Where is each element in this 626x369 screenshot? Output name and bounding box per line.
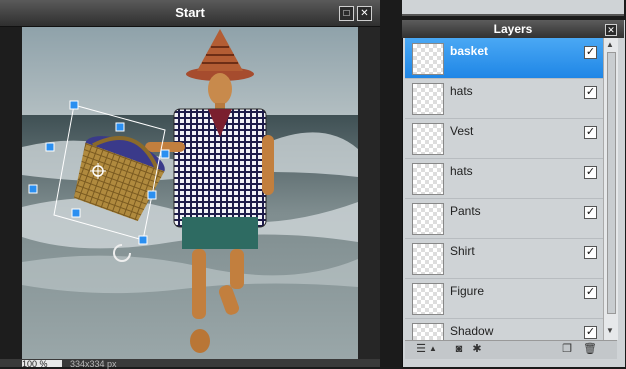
- layer-row[interactable]: hats ✓: [405, 78, 603, 119]
- layer-row[interactable]: hats ✓: [405, 158, 603, 199]
- zoom-unit: %: [39, 359, 48, 369]
- layer-visibility-checkbox[interactable]: ✓: [584, 166, 597, 179]
- close-icon[interactable]: ✕: [357, 6, 372, 21]
- layer-name[interactable]: hats: [450, 164, 473, 178]
- zoom-field[interactable]: 100 %: [22, 359, 62, 369]
- scroll-down-icon[interactable]: ▼: [606, 326, 614, 335]
- new-layer-icon[interactable]: ❐: [561, 343, 573, 355]
- layer-row[interactable]: Shirt ✓: [405, 238, 603, 279]
- layer-name[interactable]: basket: [450, 44, 488, 58]
- canvas-image: [22, 27, 358, 359]
- image-dimensions: 334x334 px: [70, 359, 117, 369]
- layer-visibility-checkbox[interactable]: ✓: [584, 206, 597, 219]
- layer-name[interactable]: Figure: [450, 284, 484, 298]
- layer-thumbnail[interactable]: [412, 283, 444, 315]
- layer-row[interactable]: Pants ✓: [405, 198, 603, 239]
- canvas-margin: [358, 27, 380, 359]
- layer-thumbnail[interactable]: [412, 123, 444, 155]
- start-window-title: Start: [175, 5, 205, 20]
- layer-settings-icon[interactable]: ☰: [415, 343, 427, 355]
- layers-scrollbar[interactable]: ▲ ▼: [603, 38, 618, 340]
- layer-visibility-checkbox[interactable]: ✓: [584, 286, 597, 299]
- chevron-up-icon[interactable]: ▲: [427, 343, 439, 355]
- layer-visibility-checkbox[interactable]: ✓: [584, 86, 597, 99]
- layer-row[interactable]: basket ✓: [405, 38, 603, 79]
- layer-visibility-checkbox[interactable]: ✓: [584, 246, 597, 259]
- layer-row[interactable]: Figure ✓: [405, 278, 603, 319]
- layers-title: Layers: [493, 22, 533, 36]
- image-canvas[interactable]: [22, 27, 358, 359]
- layer-thumbnail[interactable]: [412, 43, 444, 75]
- close-icon[interactable]: ✕: [605, 24, 617, 36]
- panel-above-layers: [402, 0, 624, 16]
- effects-icon[interactable]: ✱: [471, 343, 483, 355]
- layer-name[interactable]: Vest: [450, 124, 473, 138]
- layer-visibility-checkbox[interactable]: ✓: [584, 326, 597, 339]
- layer-visibility-checkbox[interactable]: ✓: [584, 126, 597, 139]
- layer-name[interactable]: Shirt: [450, 244, 475, 258]
- scroll-up-icon[interactable]: ▲: [606, 40, 614, 49]
- layer-visibility-checkbox[interactable]: ✓: [584, 46, 597, 59]
- trash-icon[interactable]: 🗑: [583, 343, 597, 355]
- layer-thumbnail[interactable]: [412, 323, 444, 340]
- layer-thumbnail[interactable]: [412, 243, 444, 275]
- layer-name[interactable]: Pants: [450, 204, 481, 218]
- zoom-value[interactable]: 100: [22, 359, 37, 369]
- layer-name[interactable]: Shadow: [450, 324, 493, 338]
- mask-icon[interactable]: ◙: [453, 343, 465, 355]
- layer-thumbnail[interactable]: [412, 203, 444, 235]
- layer-row[interactable]: Vest ✓: [405, 118, 603, 159]
- layers-footer-toolbar: ☰ ▲ ◙ ✱ ❐ 🗑: [405, 340, 617, 359]
- scroll-thumb[interactable]: [607, 52, 616, 314]
- layers-list: basket ✓ hats ✓ Vest ✓ hats ✓ Pants ✓ Shirt ✓ Figure…: [405, 38, 603, 340]
- layer-row[interactable]: Shadow ✓: [405, 318, 603, 340]
- layer-thumbnail[interactable]: [412, 163, 444, 195]
- maximize-icon[interactable]: □: [339, 6, 354, 21]
- layer-thumbnail[interactable]: [412, 83, 444, 115]
- layer-name[interactable]: hats: [450, 84, 473, 98]
